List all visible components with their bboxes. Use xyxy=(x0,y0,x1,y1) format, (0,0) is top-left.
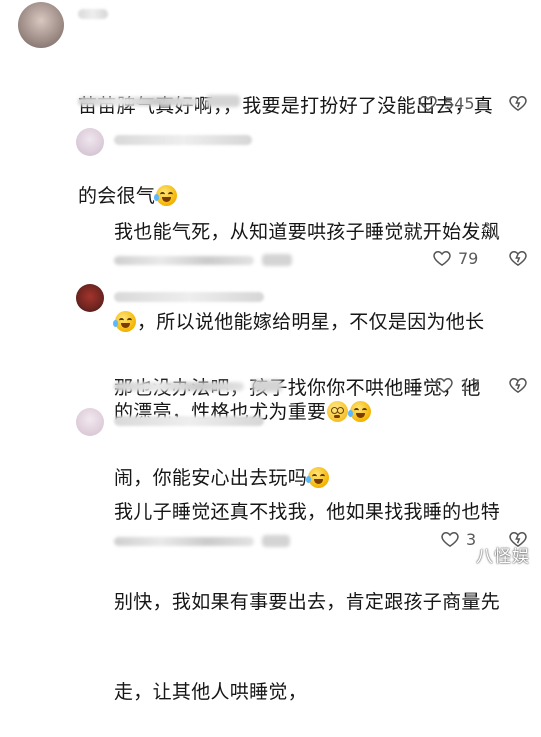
heart-icon xyxy=(433,250,451,266)
dislike-button[interactable] xyxy=(508,248,528,272)
comment-line: 别快，我如果有事要出去，肯定跟孩子商量先 xyxy=(114,591,501,613)
username[interactable] xyxy=(114,135,252,145)
comment-meta xyxy=(114,382,244,391)
dislike-button[interactable] xyxy=(508,93,528,117)
dislike-icon xyxy=(509,250,527,266)
dislike-button[interactable] xyxy=(508,375,528,399)
username[interactable] xyxy=(114,416,264,426)
avatar[interactable] xyxy=(76,284,104,312)
avatar[interactable] xyxy=(76,128,104,156)
reply-button[interactable] xyxy=(252,380,282,392)
comment-meta xyxy=(78,97,198,106)
like-count: 79 xyxy=(458,248,479,268)
comment-meta xyxy=(114,256,254,265)
like-button[interactable]: 545 xyxy=(418,93,475,113)
comment-line: 我儿子睡觉还真不找我，他如果找我睡的也特 xyxy=(114,501,501,523)
like-button[interactable]: 79 xyxy=(432,248,478,268)
heart-icon xyxy=(441,531,459,547)
dislike-icon xyxy=(509,95,527,111)
like-count: 545 xyxy=(444,93,475,113)
comment-line: 走，让其他人哄睡觉， xyxy=(114,681,308,703)
avatar[interactable] xyxy=(18,2,64,48)
avatar[interactable] xyxy=(76,408,104,436)
like-count: 3 xyxy=(466,529,477,549)
reply-button[interactable] xyxy=(262,254,292,266)
like-button[interactable]: 3 xyxy=(440,529,476,549)
comment-meta xyxy=(114,537,254,546)
username[interactable] xyxy=(114,292,264,302)
username[interactable] xyxy=(78,9,108,19)
reply-button[interactable] xyxy=(262,535,290,547)
like-button[interactable]: 17 xyxy=(434,375,480,395)
reply-button[interactable] xyxy=(206,95,240,107)
comment-text: 我儿子睡觉还真不找我，他如果找我睡的也特 别快，我如果有事要出去，肯定跟孩子商量… xyxy=(114,437,534,737)
comment-line: 我也能气死，从知道要哄孩子睡觉就开始发飙 xyxy=(114,221,501,243)
like-count: 17 xyxy=(460,375,481,395)
watermark: 八怪娱 xyxy=(476,547,530,567)
heart-icon xyxy=(419,95,437,111)
dislike-icon xyxy=(509,377,527,393)
heart-icon xyxy=(435,377,453,393)
